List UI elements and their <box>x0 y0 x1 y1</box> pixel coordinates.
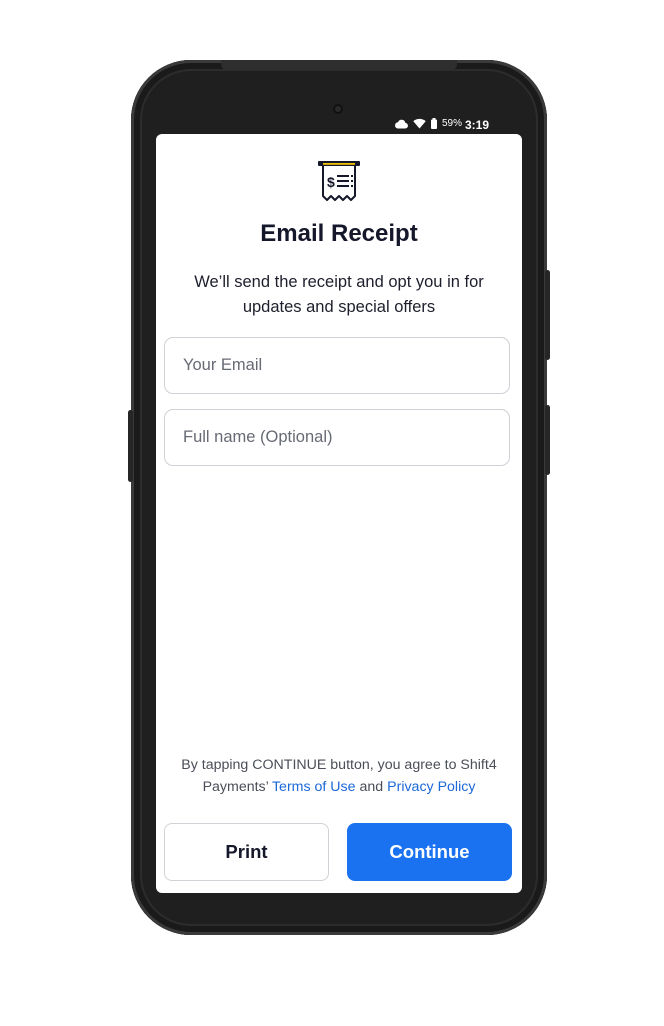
email-input[interactable] <box>181 355 509 376</box>
cloud-icon <box>395 119 408 129</box>
battery-icon <box>430 118 437 129</box>
status-time: 3:19 <box>464 118 489 132</box>
device-volume-button <box>545 270 550 360</box>
print-button[interactable]: Print <box>164 823 329 881</box>
device-power-button <box>545 405 550 475</box>
legal-notice: By tapping CONTINUE button, you agree to… <box>160 754 518 798</box>
email-receipt-screen: $ Email Receipt We’ll send the receipt a… <box>156 134 522 893</box>
terms-of-use-link[interactable]: Terms of Use <box>272 779 356 795</box>
device-side-button-left <box>128 410 133 482</box>
page-subtitle: We’ll send the receipt and opt you in fo… <box>194 273 484 316</box>
full-name-input[interactable] <box>181 427 509 448</box>
front-camera <box>333 104 343 114</box>
status-bar: 59% 3:19 <box>156 116 522 134</box>
receipt-icon: $ <box>318 161 360 201</box>
legal-connector: and <box>359 779 384 795</box>
battery-percent: 59% <box>441 118 462 129</box>
page-title: Email Receipt <box>260 220 418 247</box>
wifi-icon <box>413 118 426 129</box>
privacy-policy-link[interactable]: Privacy Policy <box>387 779 475 795</box>
continue-button[interactable]: Continue <box>347 823 512 881</box>
device-top-bumper <box>221 60 457 70</box>
email-field[interactable] <box>164 337 510 394</box>
full-name-field[interactable] <box>164 409 510 466</box>
svg-text:$: $ <box>327 174 335 190</box>
status-icons: 59% <box>394 118 462 129</box>
